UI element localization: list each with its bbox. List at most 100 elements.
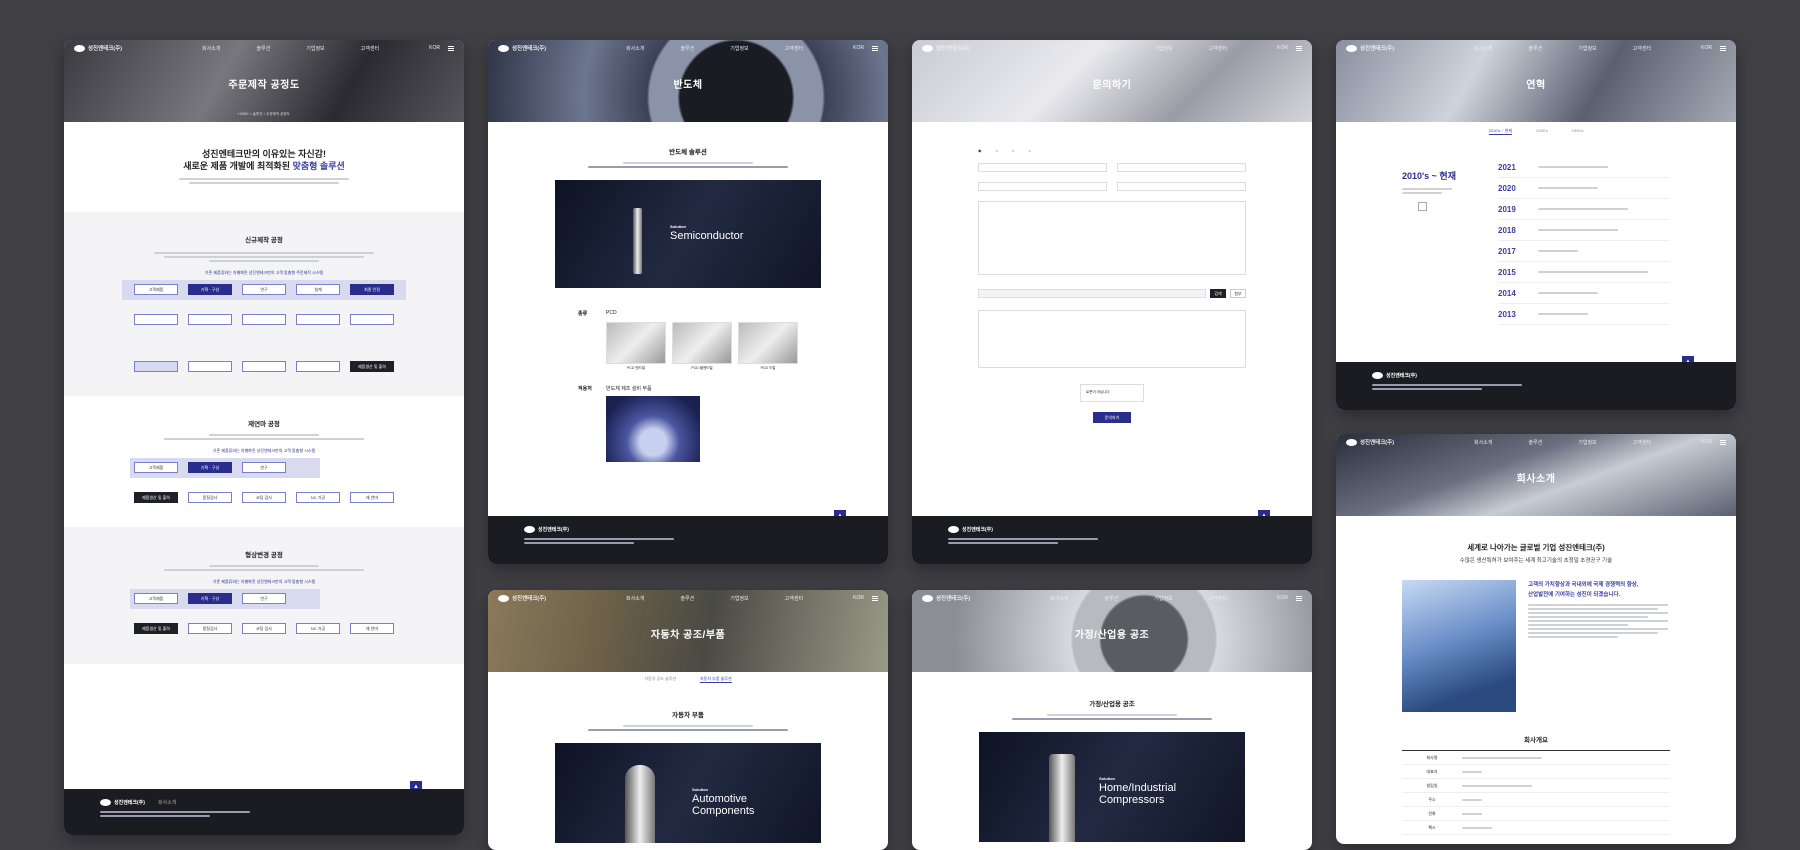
section-title: 재연마 공정 <box>248 421 280 428</box>
step-box: 연구 <box>242 593 286 604</box>
era-title: 2010's ~ 현재 <box>1402 171 1456 181</box>
step-box: 연구 <box>242 284 286 295</box>
quote: 산업발전에 기여하는 성진이 되겠습니다. <box>1528 592 1621 598</box>
card-company: 성진엔테크(주) 회사소개 솔루션 기업정보 고객센터 KOR 회사소개 세계로 나아가는… <box>1336 434 1736 844</box>
section-reshape: 형상변경 공정 기존 제품류와는 차별화된 성진엔테크만의 고객 맞춤형 시스템… <box>64 527 464 664</box>
tab-era[interactable]: 1990's <box>1572 128 1584 135</box>
captcha[interactable]: 로봇이 아닙니다 <box>1080 384 1144 402</box>
phone-field[interactable] <box>978 182 1107 191</box>
page-title: 반도체 <box>673 80 703 91</box>
inquiry-form: ◉ ○ ○ ○ 검색 첨부 로봇이 아닙니다 문의하기 <box>912 122 1312 423</box>
section-title: 신규제작 공정 <box>245 237 283 244</box>
page-title: 회사소개 <box>1516 474 1556 485</box>
page-title: 연혁 <box>1526 80 1546 91</box>
nav-item[interactable]: 기업정보 <box>306 45 324 52</box>
step-box: 제품생산 및 출하 <box>134 492 178 503</box>
hero-process: 성진엔테크(주) 회사소개 솔루션 기업정보 고객센터 KOR 주문제작 공정도 HO… <box>64 40 464 122</box>
brand-name: 성진엔테크(주) <box>88 46 123 52</box>
menu-icon[interactable] <box>448 45 454 51</box>
tab-era[interactable]: 2010's ~ 현재 <box>1488 128 1513 135</box>
search-button[interactable]: 검색 <box>1210 289 1226 298</box>
intro-line1: 성진엔테크만의 이유있는 자신감! <box>202 149 326 159</box>
nav-item[interactable]: 고객센터 <box>361 45 379 52</box>
file-field[interactable] <box>978 289 1206 298</box>
card-history: 성진엔테크(주) 회사소개 솔루션 기업정보 고객센터 KOR 연혁 2010's ~ 현… <box>1336 40 1736 410</box>
step-box: 연구 <box>242 462 286 473</box>
step-box: 최종 인정 <box>350 284 394 295</box>
tab-solution[interactable]: 자동차 공조 솔루션 <box>644 676 676 683</box>
solution-banner: Solution Automotive Components <box>555 743 821 843</box>
section-title: 반도체 솔루션 <box>669 149 707 156</box>
history-row: 2015 <box>1498 262 1670 283</box>
submit-button[interactable]: 문의하기 <box>1093 412 1131 423</box>
step-box: 기획 · 구성 <box>188 462 232 473</box>
card-process: 성진엔테크(주) 회사소개 솔루션 기업정보 고객센터 KOR 주문제작 공정도 HO… <box>64 40 464 835</box>
company-field[interactable] <box>978 163 1107 172</box>
history-row: 2018 <box>1498 220 1670 241</box>
company-headline: 세계로 나아가는 글로벌 기업 성진엔테크(주) <box>1467 543 1605 552</box>
history-row: 2021 <box>1498 157 1670 178</box>
nav-item[interactable]: 회사소개 <box>202 45 220 52</box>
section-title: 자동차 부품 <box>672 712 704 719</box>
intro-line2: 새로운 제품 개발에 최적화된 맞춤형 솔루션 <box>183 161 345 171</box>
privacy-box <box>978 310 1246 368</box>
top-nav: 성진엔테크(주) 회사소개 솔루션 기업정보 고객센터 KOR <box>64 40 464 56</box>
step-box: 기획 · 구성 <box>188 284 232 295</box>
manager-field[interactable] <box>1117 163 1246 172</box>
card-compressor: 성진엔테크(주) 회사소개 솔루션 기업정보 고객센터 KOR 가정/산업용 공조 가정/… <box>912 590 1312 850</box>
nav-item[interactable]: 솔루션 <box>256 45 270 52</box>
page-title: 가정/산업용 공조 <box>1074 630 1150 641</box>
step-box: 제품생산 및 출하 <box>134 623 178 634</box>
step-box: 설계 <box>296 284 340 295</box>
history-row: 2013 <box>1498 304 1670 325</box>
section-new: 신규제작 공정 기존 제품류와는 차별화된 성진엔테크만의 고객 맞춤형 주문제… <box>64 212 464 396</box>
breadcrumb: HOME > 솔루션 > 주문제작 공정도 <box>238 112 290 116</box>
email-field[interactable] <box>1117 182 1246 191</box>
menu-icon[interactable] <box>872 45 878 51</box>
card-semiconductor: 성진엔테크(주) 회사소개 솔루션 기업정보 고객센터 KOR 반도체 반도체 솔루션 S… <box>488 40 888 564</box>
step-box: 고객제품 <box>134 284 178 295</box>
company-sub: 수많은 생산특허가 보여주는 세계 최고기술의 초정밀 초경공구 기술 <box>1459 558 1613 564</box>
logo-icon <box>498 44 509 52</box>
step-box: 고객제품 <box>134 462 178 473</box>
step-box: 제품생산 및 출하 <box>350 361 394 372</box>
page-title: 자동차 공조/부품 <box>650 630 726 641</box>
section-title: 가정/산업용 공조 <box>1089 701 1135 708</box>
menu-icon[interactable] <box>1296 595 1302 601</box>
menu-icon[interactable] <box>1296 45 1302 51</box>
history-row: 2019 <box>1498 199 1670 220</box>
building-photo <box>1402 580 1516 712</box>
step-box: 기획 · 구성 <box>188 593 232 604</box>
section-note: 기존 제품류와는 차별화된 성진엔테크만의 고객 맞춤형 시스템 <box>212 448 316 453</box>
row-label: 종류 <box>578 311 588 317</box>
message-field[interactable] <box>978 201 1246 275</box>
logo-icon <box>100 799 111 806</box>
card-automotive: 성진엔테크(주) 회사소개 솔루션 기업정보 고객센터 KOR 자동차 공조/부품 자동차… <box>488 590 888 850</box>
section-note: 기존 제품류와는 차별화된 성진엔테크만의 고객 맞춤형 시스템 <box>212 579 316 584</box>
solution-banner: Solution Semiconductor <box>555 180 821 288</box>
tab-solution[interactable]: 자동차 부품 솔루션 <box>700 676 732 683</box>
history-row: 2020 <box>1498 178 1670 199</box>
menu-icon[interactable] <box>1720 439 1726 445</box>
page-title: 문의하기 <box>1092 80 1132 91</box>
section-note: 기존 제품류와는 차별화된 성진엔테크만의 고객 맞춤형 주문제작 시스템 <box>204 270 324 275</box>
step-box: 고객제품 <box>134 593 178 604</box>
brand-logo[interactable]: 성진엔테크(주) <box>74 44 122 52</box>
history-row: 2017 <box>1498 241 1670 262</box>
overview-title: 회사개요 <box>1524 737 1548 744</box>
logo-icon <box>74 44 85 52</box>
menu-icon[interactable] <box>872 595 878 601</box>
section-regrind: 재연마 공정 기존 제품류와는 차별화된 성진엔테크만의 고객 맞춤형 시스템 … <box>64 396 464 527</box>
page-title: 주문제작 공정도 <box>228 80 300 91</box>
card-inquiry: 성진엔테크(주) 회사소개 솔루션 기업정보 고객센터 KOR 문의하기 ◉ ○ ○ ○ 검색 첨… <box>912 40 1312 564</box>
solution-banner: Solution Home/Industrial Compressors <box>979 732 1245 842</box>
hero-semiconductor: 성진엔테크(주) 회사소개 솔루션 기업정보 고객센터 KOR 반도체 <box>488 40 888 122</box>
lang-select[interactable]: KOR <box>429 45 440 51</box>
section-title: 형상변경 공정 <box>245 552 283 559</box>
quote: 고객의 가치향상과 국내외에 국제 경쟁력의 향상, <box>1528 582 1639 588</box>
file-button[interactable]: 첨부 <box>1230 289 1246 298</box>
history-row: 2014 <box>1498 283 1670 304</box>
menu-icon[interactable] <box>1720 45 1726 51</box>
row-value: 반도체 제조 설비 부품 <box>606 386 652 392</box>
tab-era[interactable]: 2000's <box>1536 128 1548 135</box>
